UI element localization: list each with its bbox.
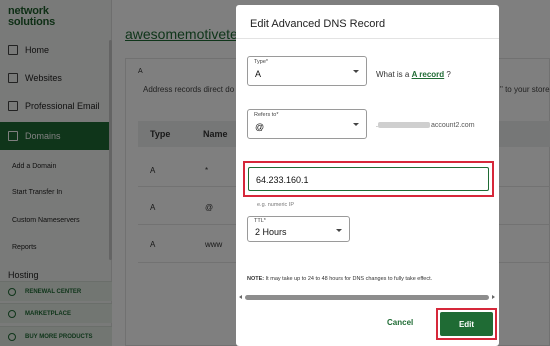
dialog-divider: [236, 38, 499, 39]
note-label: NOTE:: [247, 276, 265, 282]
refers-to-domain: . account2.com: [376, 122, 475, 129]
type-value: A: [255, 69, 262, 79]
ip-hint: e.g. numeric IP: [257, 202, 294, 208]
ttl-select[interactable]: TTL* 2 Hours: [247, 216, 350, 242]
ttl-label: TTL*: [254, 218, 266, 224]
scrollbar-thumb[interactable]: [245, 295, 489, 300]
scroll-left-icon[interactable]: [239, 295, 242, 299]
type-select[interactable]: Type* A: [247, 56, 367, 86]
horizontal-scrollbar[interactable]: [237, 294, 497, 301]
refers-to-select[interactable]: Refers to* @: [247, 109, 367, 139]
ip-address-value: 64.233.160.1: [256, 175, 309, 185]
edit-dns-record-dialog: Edit Advanced DNS Record Type* A What is…: [236, 5, 499, 346]
redacted-text: [377, 122, 430, 129]
chevron-down-icon: [353, 70, 359, 73]
chevron-down-icon: [353, 123, 359, 126]
ttl-value: 2 Hours: [255, 227, 287, 237]
type-label: Type*: [254, 59, 269, 65]
what-is-a-record: What is a A record ?: [376, 70, 451, 79]
what-is-prefix: What is a: [376, 70, 410, 79]
refers-to-label: Refers to*: [254, 112, 279, 118]
cancel-button[interactable]: Cancel: [387, 318, 413, 327]
note-text: It may take up to 24 to 48 hours for DNS…: [264, 276, 433, 282]
refers-to-domain-suffix: account2.com: [430, 122, 475, 129]
refers-to-value: @: [255, 122, 265, 132]
edit-button[interactable]: Edit: [440, 312, 493, 336]
what-is-suffix: ?: [446, 70, 451, 79]
ip-address-input[interactable]: 64.233.160.1: [248, 167, 489, 191]
scroll-right-icon[interactable]: [492, 295, 495, 299]
chevron-down-icon: [336, 229, 342, 232]
a-record-link[interactable]: A record: [412, 70, 445, 79]
propagation-note: NOTE: It may take up to 24 to 48 hours f…: [247, 276, 432, 282]
dialog-title: Edit Advanced DNS Record: [250, 18, 386, 30]
